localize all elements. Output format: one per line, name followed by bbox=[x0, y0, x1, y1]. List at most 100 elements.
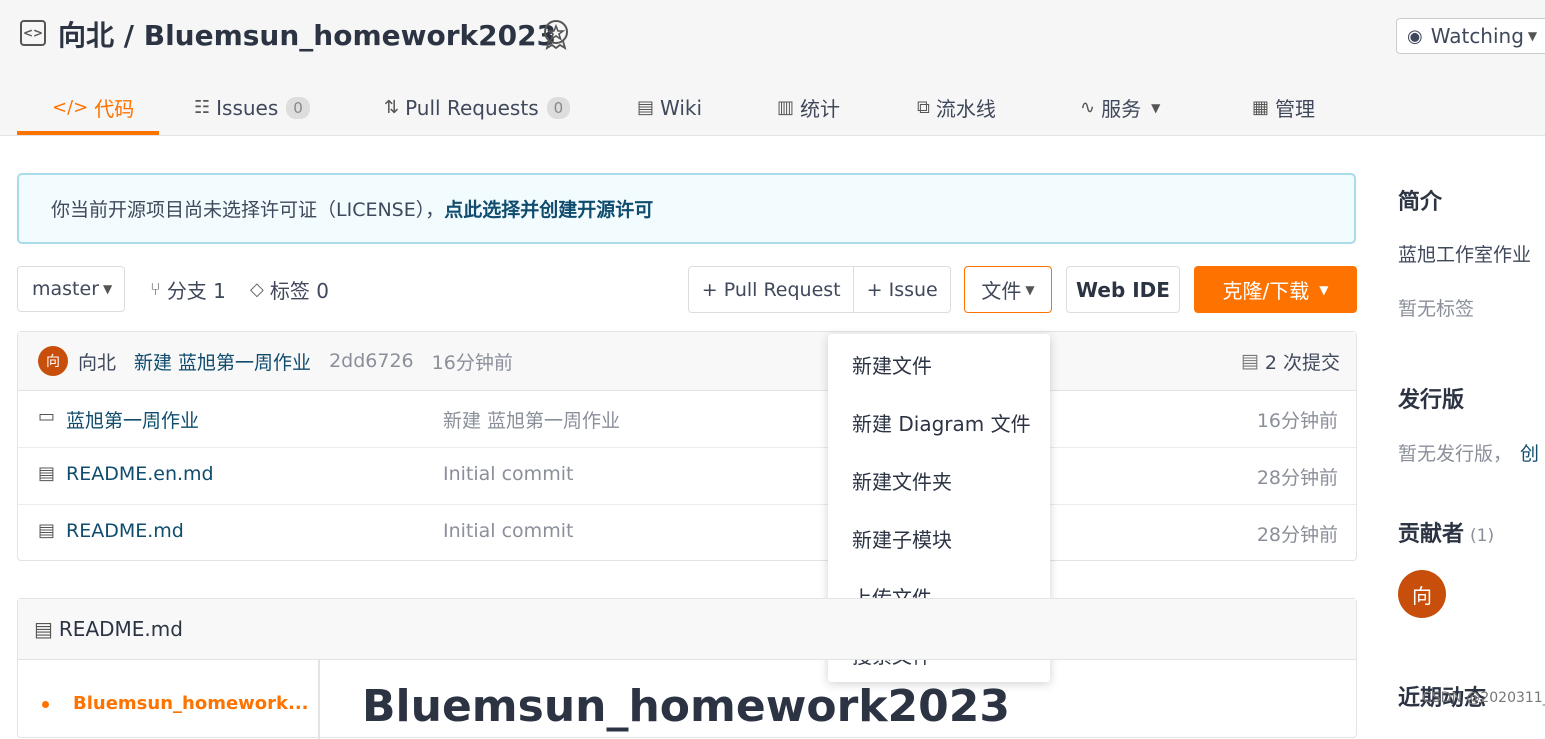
watch-button[interactable]: ◉ Watching ▼ bbox=[1396, 18, 1545, 54]
commits-icon: ▤ bbox=[1240, 350, 1259, 372]
commit-count-label: 2 次提交 bbox=[1264, 351, 1340, 374]
menu-item-new-submodule[interactable]: 新建子模块 bbox=[852, 524, 952, 553]
readme-heading: Bluemsun_homework2023 bbox=[362, 681, 1011, 732]
recommend-badge-icon[interactable] bbox=[540, 18, 572, 50]
commit-message[interactable]: 新建 蓝旭第一周作业 bbox=[134, 348, 311, 375]
tab-label: Wiki bbox=[660, 95, 703, 120]
create-license-link[interactable]: 点此选择并创建开源许可 bbox=[444, 195, 653, 222]
service-icon: ∿ bbox=[1080, 97, 1096, 118]
chevron-down-icon: ▼ bbox=[1319, 282, 1329, 297]
branches-link[interactable]: ⑂ 分支 1 bbox=[150, 266, 226, 312]
tab-service[interactable]: ∿ 服务 ▼ bbox=[1080, 80, 1160, 135]
commit-count-link[interactable]: ▤ 2 次提交 bbox=[1241, 332, 1340, 390]
branch-icon: ⑂ bbox=[150, 278, 161, 300]
release-title: 发行版 bbox=[1398, 388, 1465, 413]
chevron-down-icon: ▼ bbox=[103, 282, 113, 296]
repo-code-icon: <> bbox=[20, 20, 46, 46]
file-time: 28分钟前 bbox=[1256, 467, 1338, 489]
stats-icon: ▥ bbox=[777, 97, 795, 118]
commit-time: 16分钟前 bbox=[431, 351, 513, 374]
no-release-text: 暂无发行版， 创 bbox=[1398, 439, 1539, 466]
license-notice: 你当前开源项目尚未选择许可证（LICENSE）， 点此选择并创建开源许可 bbox=[17, 173, 1356, 244]
table-row: ▭ 蓝旭第一周作业 新建 蓝旭第一周作业 16分钟前 bbox=[18, 390, 1356, 448]
new-issue-button[interactable]: + Issue bbox=[853, 267, 950, 312]
new-pull-request-button[interactable]: + Pull Request bbox=[689, 267, 853, 312]
tab-pipeline[interactable]: ⧉ 流水线 bbox=[917, 80, 996, 135]
file-icon: ▤ bbox=[38, 520, 56, 541]
create-button-group: + Pull Request + Issue bbox=[688, 266, 951, 313]
code-icon: </> bbox=[52, 97, 89, 118]
contributors-count: (1) bbox=[1470, 526, 1495, 546]
issues-count-badge: 0 bbox=[286, 96, 310, 119]
table-row: ▤ README.md Initial commit 28分钟前 bbox=[18, 504, 1356, 561]
file-commit-message[interactable]: Initial commit bbox=[443, 463, 573, 485]
menu-item-new-file[interactable]: 新建文件 bbox=[852, 350, 932, 379]
tab-label: 流水线 bbox=[935, 97, 996, 121]
tab-label: Pull Requests bbox=[405, 95, 539, 120]
tab-wiki[interactable]: ▤ Wiki bbox=[637, 80, 702, 135]
manage-icon: ▦ bbox=[1252, 97, 1270, 118]
file-commit-message[interactable]: Initial commit bbox=[443, 520, 573, 542]
toc-item-label: Bluemsun_homework... bbox=[73, 693, 309, 714]
file-name-link[interactable]: README.md bbox=[66, 520, 184, 542]
file-menu-button[interactable]: 文件 ▼ bbox=[964, 266, 1052, 313]
active-tab-indicator bbox=[17, 131, 159, 135]
readme-panel: ▤ README.md Bluemsun_homework... Bluemsu… bbox=[17, 598, 1357, 739]
readme-filename: README.md bbox=[58, 617, 183, 641]
web-ide-button[interactable]: Web IDE bbox=[1066, 266, 1180, 313]
wiki-icon: ▤ bbox=[637, 97, 655, 118]
file-commit-message[interactable]: 新建 蓝旭第一周作业 bbox=[443, 406, 620, 433]
contributors-label: 贡献者 bbox=[1398, 522, 1465, 547]
chevron-down-icon: ▼ bbox=[1527, 29, 1538, 43]
avatar[interactable]: 向 bbox=[38, 346, 68, 376]
menu-item-new-folder[interactable]: 新建文件夹 bbox=[852, 466, 952, 495]
commit-hash[interactable]: 2dd6726 bbox=[329, 350, 414, 372]
latest-commit: 向 向北 新建 蓝旭第一周作业 2dd6726 16分钟前 ▤ 2 次提交 bbox=[18, 332, 1356, 391]
watch-label: Watching bbox=[1430, 24, 1524, 48]
folder-icon: ▭ bbox=[38, 406, 56, 427]
file-list: 向 向北 新建 蓝旭第一周作业 2dd6726 16分钟前 ▤ 2 次提交 ▭ … bbox=[17, 331, 1357, 561]
tab-pull-requests[interactable]: ⇅ Pull Requests 0 bbox=[384, 80, 571, 135]
tab-stats[interactable]: ▥ 统计 bbox=[777, 80, 840, 135]
table-row: ▤ README.en.md Initial commit 28分钟前 bbox=[18, 447, 1356, 505]
pipeline-icon: ⧉ bbox=[917, 97, 930, 118]
branch-select[interactable]: master ▼ bbox=[17, 266, 125, 312]
tab-label: 服务 bbox=[1101, 97, 1142, 121]
tab-manage[interactable]: ▦ 管理 bbox=[1252, 80, 1315, 135]
tab-label: Issues bbox=[216, 95, 279, 120]
avatar[interactable]: 向 bbox=[1398, 570, 1446, 618]
tab-code[interactable]: </> 代码 bbox=[52, 80, 134, 135]
repo-tabs: </> 代码 ☷ Issues 0 ⇅ Pull Requests 0 ▤ Wi… bbox=[0, 80, 1545, 135]
toc-divider bbox=[318, 659, 320, 739]
chevron-down-icon: ▼ bbox=[1025, 282, 1035, 297]
no-tags-text: 暂无标签 bbox=[1398, 298, 1475, 320]
chevron-down-icon: ▼ bbox=[1151, 100, 1161, 115]
toc-item[interactable]: Bluemsun_homework... bbox=[42, 693, 309, 714]
branches-label: 分支 1 bbox=[166, 278, 226, 303]
tab-label: 代码 bbox=[94, 97, 135, 121]
eye-icon: ◉ bbox=[1407, 25, 1423, 47]
intro-text: 蓝旭工作室作业 bbox=[1398, 244, 1532, 266]
tags-link[interactable]: ◇ 标签 0 bbox=[250, 266, 329, 312]
branch-name: master bbox=[32, 278, 100, 300]
tab-label: 管理 bbox=[1275, 97, 1316, 121]
file-time: 28分钟前 bbox=[1256, 524, 1338, 546]
tags-label: 标签 0 bbox=[269, 278, 329, 303]
file-name-link[interactable]: 蓝旭第一周作业 bbox=[66, 406, 199, 433]
file-menu-label: 文件 bbox=[981, 279, 1022, 303]
menu-item-new-diagram[interactable]: 新建 Diagram 文件 bbox=[852, 408, 1031, 437]
repo-title[interactable]: 向北 / Bluemsun_homework2023 bbox=[58, 14, 556, 54]
no-release-label: 暂无发行版， bbox=[1398, 443, 1513, 465]
contributors-title: 贡献者 (1) bbox=[1398, 516, 1494, 548]
file-name-link[interactable]: README.en.md bbox=[66, 463, 214, 485]
clone-download-button[interactable]: 克隆/下载 ▼ bbox=[1194, 266, 1357, 313]
intro-title: 简介 bbox=[1398, 190, 1443, 215]
tab-issues[interactable]: ☷ Issues 0 bbox=[194, 80, 310, 135]
create-release-link[interactable]: 创 bbox=[1520, 443, 1539, 465]
watermark: CSDN @2020311_ bbox=[1422, 690, 1545, 706]
pull-request-icon: ⇅ bbox=[384, 97, 400, 118]
issues-icon: ☷ bbox=[194, 97, 211, 118]
commit-author[interactable]: 向北 bbox=[78, 348, 116, 375]
license-notice-text: 你当前开源项目尚未选择许可证（LICENSE）， bbox=[51, 199, 445, 221]
tab-label: 统计 bbox=[800, 97, 841, 121]
